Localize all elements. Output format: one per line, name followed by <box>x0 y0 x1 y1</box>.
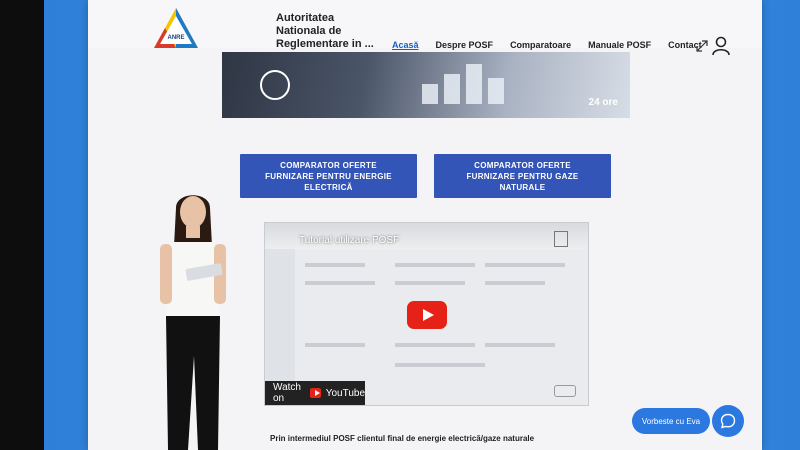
watch-on-label: Watch on <box>273 382 301 404</box>
thumbnail-row <box>305 281 375 285</box>
main-nav: Acasă Despre POSF Comparatoare Manuale P… <box>392 40 702 50</box>
studio-dark-edge <box>0 0 44 450</box>
copy-link-icon[interactable] <box>554 231 568 247</box>
banner-bar <box>422 84 438 104</box>
nav-about[interactable]: Despre POSF <box>436 40 494 50</box>
video-scroll-indicator <box>554 385 576 397</box>
intro-text: Prin intermediul POSF clientul final de … <box>270 434 535 443</box>
youtube-label: YouTube <box>325 387 365 399</box>
chat-eva-button[interactable]: Vorbeste cu Eva <box>632 408 710 434</box>
thumbnail-row <box>395 363 485 367</box>
comparator-electricity-button[interactable]: COMPARATOR OFERTE FURNIZARE PENTRU ENERG… <box>240 154 417 198</box>
thumbnail-row <box>485 281 545 285</box>
site-header: ANRE Autoritatea Nationala de Reglementa… <box>88 0 762 63</box>
chat-open-button[interactable] <box>712 405 744 437</box>
youtube-icon <box>310 388 321 398</box>
logo-text: ANRE <box>167 35 184 41</box>
chat-bubble-icon <box>720 413 736 429</box>
thumbnail-row <box>395 263 475 267</box>
thumbnail-row <box>395 343 475 347</box>
nav-comparators[interactable]: Comparatoare <box>510 40 571 50</box>
expand-icon[interactable] <box>696 40 708 52</box>
banner-bar <box>444 74 460 104</box>
thumbnail-row <box>305 263 365 267</box>
thumbnail-row <box>305 343 365 347</box>
thumbnail-row <box>395 281 465 285</box>
flame-icon <box>260 70 290 100</box>
nav-manuals[interactable]: Manuale POSF <box>588 40 651 50</box>
video-player[interactable]: Tutorial utilizare POSF Watch on YouTube <box>264 222 589 406</box>
hero-banner: 24 ore <box>222 52 630 118</box>
anre-logo[interactable]: ANRE <box>152 6 200 50</box>
video-title[interactable]: Tutorial utilizare POSF <box>299 235 399 246</box>
presenter-figure <box>160 195 226 450</box>
thumbnail-row <box>485 343 555 347</box>
comparator-gas-button[interactable]: COMPARATOR OFERTE FURNIZARE PENTRU GAZE … <box>434 154 611 198</box>
user-icon[interactable] <box>712 36 730 56</box>
banner-bar <box>488 78 504 104</box>
play-button[interactable] <box>407 301 447 329</box>
thumbnail-row <box>485 263 565 267</box>
banner-bar <box>466 64 482 104</box>
watch-on-youtube[interactable]: Watch on YouTube <box>265 381 365 405</box>
banner-caption: 24 ore <box>588 97 618 108</box>
nav-home[interactable]: Acasă <box>392 40 419 50</box>
